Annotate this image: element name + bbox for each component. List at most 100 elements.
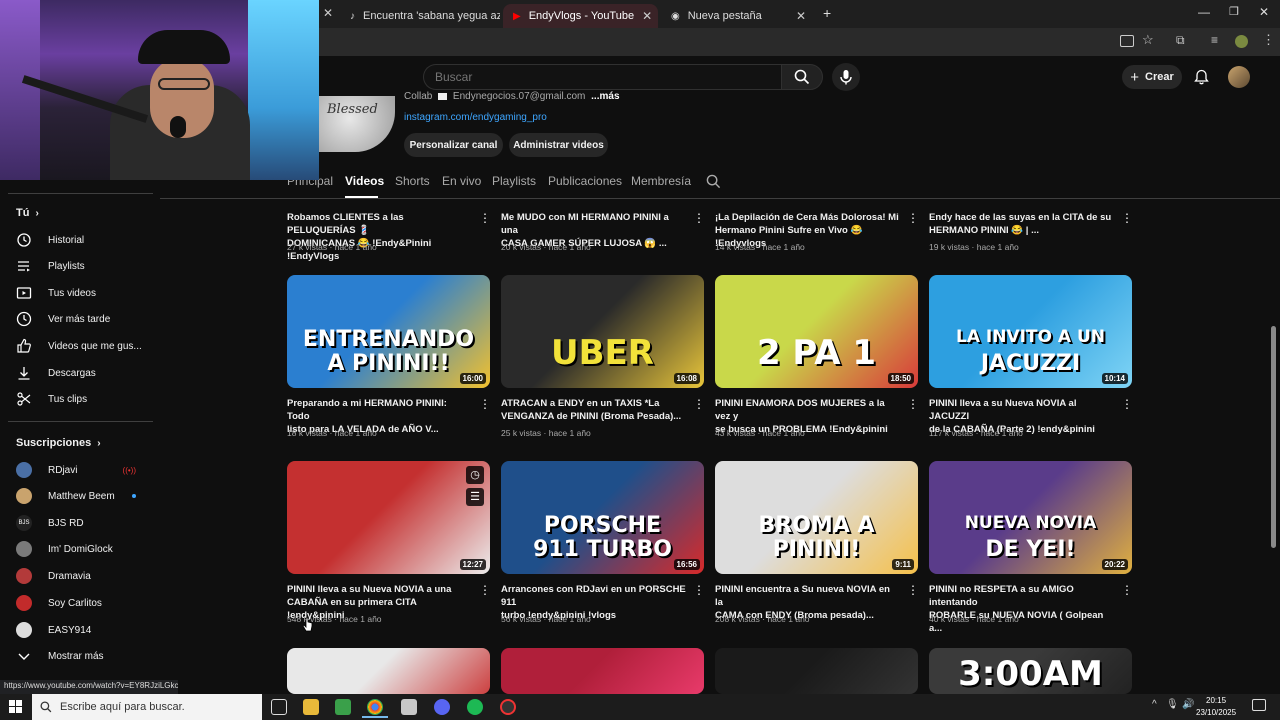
app-icon[interactable] <box>401 699 417 715</box>
taskbar-search[interactable]: Escribe aquí para buscar. <box>32 694 262 720</box>
video-menu-icon[interactable]: ⋮ <box>693 584 705 596</box>
subscription-item[interactable]: Matthew Beem <box>16 486 136 506</box>
video-menu-icon[interactable]: ⋮ <box>693 398 705 410</box>
sidebar-item-playlists[interactable]: Playlists <box>16 256 85 276</box>
create-button[interactable]: + Crear <box>1122 65 1182 89</box>
sidebar-item-tus-clips[interactable]: Tus clips <box>16 389 87 409</box>
subscriptions-header[interactable]: Suscripciones › <box>16 433 101 453</box>
tray-chevron-icon[interactable]: ^ <box>1152 699 1157 710</box>
system-clock[interactable]: 20:15 23/10/2025 <box>1196 695 1236 719</box>
video-thumbnail[interactable]: 2 PA 1 18:50 <box>715 275 918 388</box>
plus-icon[interactable]: + <box>823 5 831 21</box>
show-more-button[interactable]: Mostrar más <box>16 646 104 666</box>
cast-icon[interactable] <box>1120 35 1134 47</box>
video-duration-badge: 16:08 <box>673 373 700 384</box>
close-tab-icon[interactable]: ✕ <box>642 9 652 23</box>
video-menu-icon[interactable]: ⋮ <box>479 398 491 410</box>
more-link[interactable]: ...más <box>591 91 619 102</box>
minimize-icon[interactable]: — <box>1198 5 1210 19</box>
video-menu-icon[interactable]: ⋮ <box>693 212 705 224</box>
video-thumbnail[interactable] <box>501 648 704 694</box>
browser-tab[interactable]: ♪ Encuentra 'sabana yegua azua ✕ <box>340 4 500 28</box>
profile-avatar[interactable] <box>1235 35 1248 48</box>
store-icon[interactable] <box>335 699 351 715</box>
video-thumbnail[interactable]: LA INVITO A UN JACUZZI 10:14 <box>929 275 1132 388</box>
instagram-link[interactable]: instagram.com/endygaming_pro <box>404 112 547 123</box>
account-avatar[interactable] <box>1228 66 1250 88</box>
windows-start-icon[interactable] <box>9 700 22 718</box>
video-thumbnail[interactable]: ENTRENANDO A PININI!! 16:00 <box>287 275 490 388</box>
voice-search-button[interactable] <box>832 63 860 91</box>
video-title[interactable]: Robamos CLIENTES a las PELUQUERÍAS 💈 DOMI… <box>287 211 472 263</box>
notifications-button[interactable] <box>1190 66 1212 88</box>
notifications-center-icon[interactable] <box>1252 699 1266 711</box>
channel-avatar <box>16 541 32 557</box>
video-thumbnail[interactable]: BROMA A PININI! 9:11 <box>715 461 918 574</box>
chrome-icon[interactable] <box>367 699 383 715</box>
subscription-item[interactable]: BJS BJS RD <box>16 513 84 533</box>
video-title[interactable]: PININI no RESPETA a su AMIGO intentando R… <box>929 583 1114 635</box>
tab-publicaciones[interactable]: Publicaciones <box>548 174 622 188</box>
subscription-item[interactable]: Dramavia <box>16 566 91 586</box>
video-menu-icon[interactable]: ⋮ <box>1121 584 1133 596</box>
video-menu-icon[interactable]: ⋮ <box>907 212 919 224</box>
sidebar-item-tus-videos[interactable]: Tus videos <box>16 283 96 303</box>
add-to-queue-icon[interactable]: ☰ <box>466 488 484 506</box>
video-menu-icon[interactable]: ⋮ <box>907 584 919 596</box>
extensions-icon[interactable]: ⧉ <box>1176 33 1185 48</box>
subscription-item[interactable]: Im' DomiGlock <box>16 539 113 559</box>
restore-icon[interactable]: ❐ <box>1229 5 1239 18</box>
search-button[interactable] <box>781 64 823 90</box>
watch-later-icon[interactable]: ◷ <box>466 466 484 484</box>
video-menu-icon[interactable]: ⋮ <box>1121 398 1133 410</box>
subscription-item[interactable]: Soy Carlitos <box>16 593 102 613</box>
sidebar-item-historial[interactable]: Historial <box>16 230 84 250</box>
video-menu-icon[interactable]: ⋮ <box>479 212 491 224</box>
browser-menu-icon[interactable]: ⋮ <box>1262 32 1275 48</box>
video-title[interactable]: Endy hace de las suyas en la CITA de su H… <box>929 211 1114 237</box>
video-thumbnail[interactable]: NUEVA NOVIA DE YEI! 20:22 <box>929 461 1132 574</box>
volume-icon[interactable]: 🔊 <box>1182 699 1194 710</box>
manage-videos-button[interactable]: Administrar videos <box>509 133 608 157</box>
tab-en-vivo[interactable]: En vivo <box>442 174 481 188</box>
sidebar-item-ver-mas-tarde[interactable]: Ver más tarde <box>16 309 110 329</box>
tab-playlists[interactable]: Playlists <box>492 174 536 188</box>
search-input[interactable] <box>423 64 781 90</box>
subscription-item[interactable]: RDjavi ((•)) <box>16 460 136 480</box>
file-explorer-icon[interactable] <box>303 699 319 715</box>
sidebar-item-liked-videos[interactable]: Videos que me gus... <box>16 336 142 356</box>
tab-membresia[interactable]: Membresía <box>631 174 691 188</box>
channel-search-button[interactable] <box>706 174 721 194</box>
browser-tab-active[interactable]: ▶ EndyVlogs - YouTube ✕ <box>503 4 658 28</box>
video-menu-icon[interactable]: ⋮ <box>479 584 491 596</box>
microphone-tray-icon[interactable]: 🎙 <box>1166 699 1179 710</box>
video-metadata: 117 k vistas · hace 1 año <box>929 428 1023 438</box>
tab-videos[interactable]: Videos <box>345 174 384 188</box>
video-thumbnail[interactable]: PORSCHE 911 TURBO 16:56 <box>501 461 704 574</box>
obs-icon[interactable] <box>500 699 516 715</box>
video-thumbnail[interactable]: UBER 16:08 <box>501 275 704 388</box>
close-icon[interactable]: ✕ <box>1259 5 1269 19</box>
spotify-icon[interactable] <box>467 699 483 715</box>
close-tab-icon[interactable]: ✕ <box>323 6 333 20</box>
video-thumbnail[interactable] <box>715 648 918 694</box>
video-thumbnail[interactable] <box>287 648 490 694</box>
video-thumbnail[interactable]: 12:27 <box>287 461 490 574</box>
customize-channel-button[interactable]: Personalizar canal <box>404 133 503 157</box>
sidebar-item-descargas[interactable]: Descargas <box>16 363 96 383</box>
close-tab-icon[interactable]: ✕ <box>796 9 806 23</box>
scrollbar[interactable] <box>1271 326 1276 548</box>
video-menu-icon[interactable]: ⋮ <box>907 398 919 410</box>
sidebar-you-header[interactable]: Tú › <box>16 203 39 223</box>
media-icon[interactable]: ≡ <box>1211 33 1218 47</box>
discord-icon[interactable] <box>434 699 450 715</box>
video-title[interactable]: ATRACAN a ENDY en un TAXIS *La VENGANZA d… <box>501 397 686 423</box>
subscription-item[interactable]: EASY914 <box>16 620 91 640</box>
task-view-icon[interactable] <box>271 699 287 715</box>
video-metadata: 19 k vistas · hace 1 año <box>929 242 1019 252</box>
star-icon[interactable]: ☆ <box>1142 32 1154 48</box>
browser-tab[interactable]: ◉ Nueva pestaña ✕ <box>661 4 816 28</box>
video-menu-icon[interactable]: ⋮ <box>1121 212 1133 224</box>
video-thumbnail[interactable]: 3:00AM <box>929 648 1132 694</box>
tab-shorts[interactable]: Shorts <box>395 174 430 188</box>
